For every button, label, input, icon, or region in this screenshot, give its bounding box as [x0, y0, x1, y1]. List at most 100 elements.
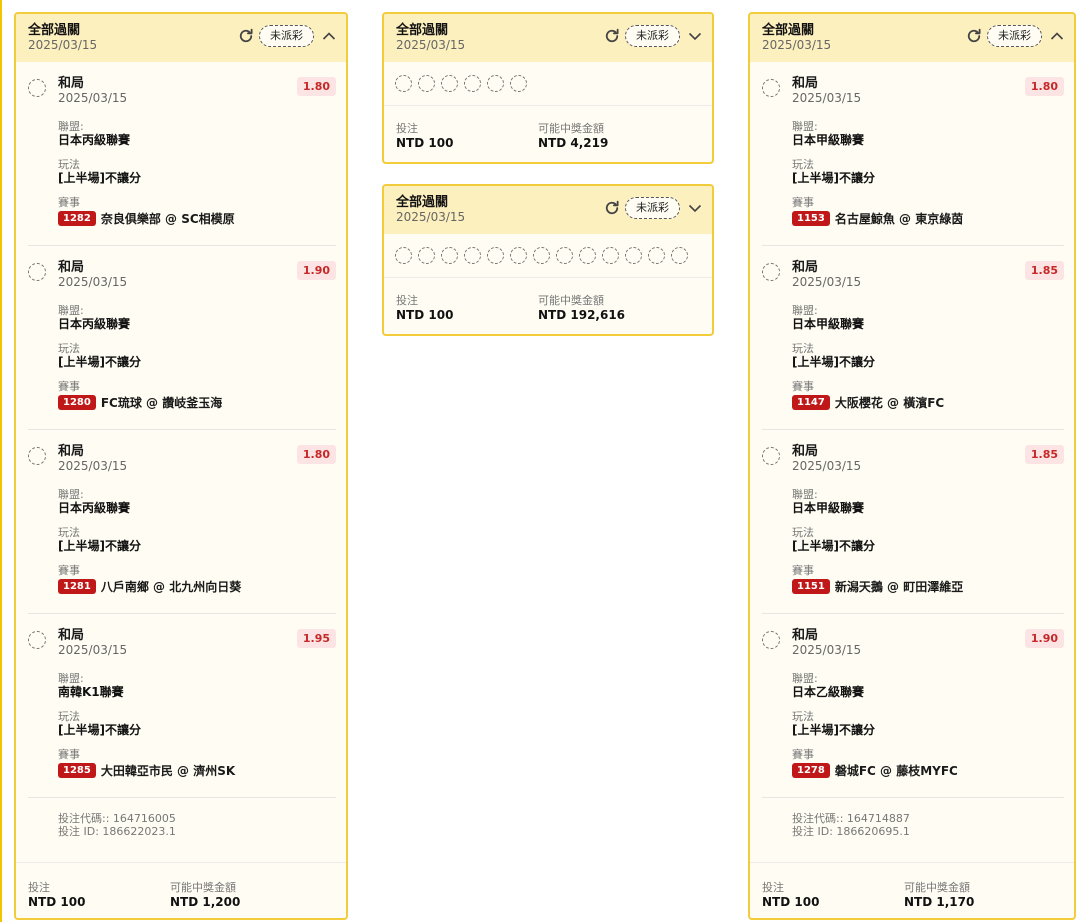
status-badge: 未派彩	[625, 25, 680, 47]
leg-status-circle	[579, 247, 596, 264]
leg-status-circle	[510, 247, 527, 264]
status-badge: 未派彩	[987, 25, 1042, 47]
play-label: 玩法	[58, 158, 80, 171]
match-name: 新潟天鵝 @ 町田澤維亞	[834, 580, 964, 594]
bet-card-header[interactable]: 全部過關 2025/03/15 未派彩	[384, 186, 712, 234]
leg-date: 2025/03/15	[792, 275, 862, 289]
bet-leg: 和局 2025/03/15 1.85 聯盟: 日本甲級聯賽 玩法 [上半場]不讓…	[762, 430, 1064, 614]
leg-status-circle	[28, 631, 46, 649]
leg-date: 2025/03/15	[792, 91, 862, 105]
bet-code-label: 投注代碼::	[792, 812, 847, 825]
bet-card-header[interactable]: 全部過關 2025/03/15 未派彩	[16, 14, 346, 62]
match-name: 大阪櫻花 @ 橫濱FC	[834, 396, 945, 410]
stake-label: 投注	[28, 881, 50, 894]
play-value: [上半場]不讓分	[58, 723, 141, 737]
play-label: 玩法	[58, 526, 80, 539]
payout-label: 可能中獎金額	[170, 881, 236, 894]
bet-codes: 投注代碼:: 164714887 投注 ID: 186620695.1	[762, 798, 1064, 862]
leg-status-circle	[556, 247, 573, 264]
bet-id-line: 投注 ID: 186622023.1	[58, 825, 336, 838]
play-value: [上半場]不讓分	[792, 723, 875, 737]
bet-id-value: 186622023.1	[102, 825, 176, 838]
bet-card-header[interactable]: 全部過關 2025/03/15 未派彩	[384, 14, 712, 62]
chevron-up-icon[interactable]	[1048, 27, 1066, 45]
payout-label: 可能中獎金額	[904, 881, 970, 894]
play-label: 玩法	[792, 342, 814, 355]
bet-leg: 和局 2025/03/15 1.80 聯盟: 日本甲級聯賽 玩法 [上半場]不讓…	[762, 62, 1064, 246]
leg-status-circle	[671, 247, 688, 264]
leg-status-circle	[533, 247, 550, 264]
bet-card-3: 全部過關 2025/03/15 未派彩 投注 NTD 100 可能中獎金額 NT…	[382, 184, 714, 336]
bet-leg: 和局 2025/03/15 1.90 聯盟: 日本丙級聯賽 玩法 [上半場]不讓…	[28, 246, 336, 430]
league-value: 南韓K1聯賽	[58, 685, 124, 699]
payout-value: NTD 4,219	[538, 136, 609, 150]
bet-card-header[interactable]: 全部過關 2025/03/15 未派彩	[750, 14, 1074, 62]
league-label: 聯盟:	[58, 488, 84, 501]
league-value: 日本乙級聯賽	[792, 685, 865, 699]
play-label: 玩法	[58, 342, 80, 355]
match-label: 賽事	[792, 748, 814, 761]
leg-date: 2025/03/15	[58, 643, 128, 657]
status-badge: 未派彩	[625, 197, 680, 219]
refresh-icon[interactable]	[964, 26, 984, 46]
odds-badge: 1.80	[296, 445, 336, 464]
odds-badge: 1.90	[296, 261, 336, 280]
bet-totals: 投注 NTD 100 可能中獎金額 NTD 1,200	[16, 862, 346, 918]
odds-badge: 1.80	[1024, 77, 1064, 96]
odds-badge: 1.85	[1024, 445, 1064, 464]
match-label: 賽事	[58, 748, 80, 761]
match-number-badge: 1151	[792, 579, 830, 594]
leg-status-circle	[441, 247, 458, 264]
bet-codes: 投注代碼:: 164716005 投注 ID: 186622023.1	[28, 798, 336, 862]
match-label: 賽事	[58, 380, 80, 393]
status-badge: 未派彩	[259, 25, 314, 47]
refresh-icon[interactable]	[602, 26, 622, 46]
stake-label: 投注	[396, 122, 418, 135]
bet-totals: 投注 NTD 100 可能中獎金額 NTD 4,219	[384, 106, 712, 151]
match-name: 奈良俱樂部 @ SC相模原	[100, 212, 235, 226]
league-value: 日本丙級聯賽	[58, 501, 131, 515]
refresh-icon[interactable]	[236, 26, 256, 46]
leg-pick: 和局	[58, 444, 85, 459]
leg-status-circle	[441, 75, 458, 92]
play-value: [上半場]不讓分	[58, 355, 141, 369]
leg-status-circle	[464, 247, 481, 264]
stake-value: NTD 100	[28, 895, 86, 909]
match-label: 賽事	[58, 564, 80, 577]
leg-date: 2025/03/15	[792, 643, 862, 657]
match-label: 賽事	[792, 564, 814, 577]
chevron-down-icon[interactable]	[686, 199, 704, 217]
match-name: 磐城FC @ 藤枝MYFC	[834, 764, 958, 778]
match-name: FC琉球 @ 讚岐釜玉海	[100, 396, 223, 410]
league-label: 聯盟:	[792, 120, 818, 133]
refresh-icon[interactable]	[602, 198, 622, 218]
leg-status-circle	[418, 75, 435, 92]
match-number-badge: 1280	[58, 395, 96, 410]
play-value: [上半場]不讓分	[792, 539, 875, 553]
league-value: 日本甲級聯賽	[792, 133, 865, 147]
stake-value: NTD 100	[396, 136, 454, 150]
leg-status-circle	[625, 247, 642, 264]
play-label: 玩法	[792, 158, 814, 171]
bet-leg: 和局 2025/03/15 1.80 聯盟: 日本丙級聯賽 玩法 [上半場]不讓…	[28, 62, 336, 246]
chevron-down-icon[interactable]	[686, 27, 704, 45]
play-label: 玩法	[792, 526, 814, 539]
leg-pick: 和局	[58, 628, 85, 643]
match-name: 大田韓亞市民 @ 濟州SK	[100, 764, 236, 778]
bet-code-line: 投注代碼:: 164714887	[792, 812, 1064, 825]
leg-pick: 和局	[792, 628, 819, 643]
bet-leg: 和局 2025/03/15 1.95 聯盟: 南韓K1聯賽 玩法 [上半場]不讓…	[28, 614, 336, 798]
bet-code-line: 投注代碼:: 164716005	[58, 812, 336, 825]
bet-code-value: 164714887	[846, 812, 910, 825]
league-label: 聯盟:	[792, 672, 818, 685]
league-label: 聯盟:	[58, 672, 84, 685]
payout-value: NTD 192,616	[538, 308, 626, 322]
chevron-up-icon[interactable]	[320, 27, 338, 45]
payout-label: 可能中獎金額	[538, 294, 604, 307]
match-label: 賽事	[58, 196, 80, 209]
odds-badge: 1.80	[296, 77, 336, 96]
payout-value: NTD 1,200	[170, 895, 241, 909]
bet-code-value: 164716005	[112, 812, 176, 825]
leg-status-circle	[464, 75, 481, 92]
league-value: 日本丙級聯賽	[58, 133, 131, 147]
